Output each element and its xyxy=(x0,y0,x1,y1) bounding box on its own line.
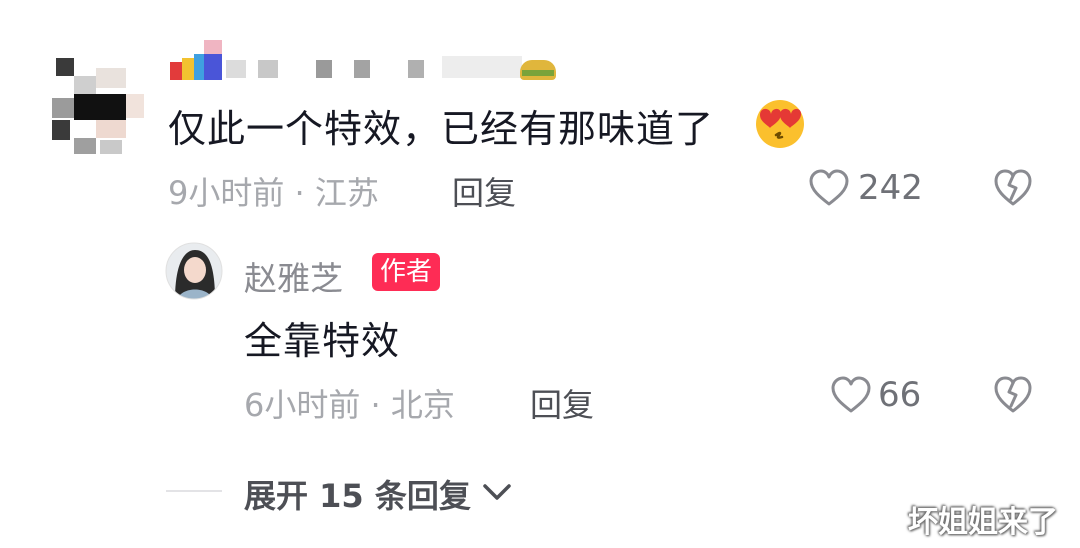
heart-eyes-kiss-icon xyxy=(756,100,804,148)
watermark: 坏姐姐来了 xyxy=(908,505,1058,540)
author-badge: 作者 xyxy=(372,253,441,291)
broken-heart-icon[interactable] xyxy=(993,169,1033,207)
commenter-avatar[interactable] xyxy=(52,58,144,154)
comment-location: 江苏 xyxy=(314,174,379,212)
author-avatar[interactable] xyxy=(165,242,223,300)
expand-replies-button[interactable]: 展开 15 条回复 xyxy=(244,471,471,517)
comment-reply-button[interactable]: 回复 xyxy=(452,168,516,214)
heart-outline-icon[interactable] xyxy=(808,169,850,207)
author-username[interactable]: 赵雅芝 xyxy=(244,252,343,300)
meta-separator: · xyxy=(370,386,381,424)
comment-text: 仅此一个特效，已经有那味道了 xyxy=(168,107,715,151)
expand-replies-label: 展开 15 条回复 xyxy=(244,477,471,515)
reply-reply-button[interactable]: 回复 xyxy=(530,380,594,426)
reply-like-count: 66 xyxy=(878,375,922,415)
heart-outline-icon[interactable] xyxy=(830,376,872,414)
expand-divider xyxy=(166,490,222,492)
chevron-down-icon[interactable] xyxy=(482,482,512,502)
meta-separator: · xyxy=(294,174,305,212)
reply-text: 全靠特效 xyxy=(244,319,401,363)
reply-time: 6小时前 xyxy=(244,386,361,424)
reply-location: 北京 xyxy=(390,386,455,424)
commenter-username[interactable] xyxy=(170,40,562,84)
broken-heart-icon[interactable] xyxy=(993,376,1033,414)
comment-meta: 9小时前 · 江苏 xyxy=(168,168,379,214)
reply-meta: 6小时前 · 北京 xyxy=(244,380,455,426)
comment-time: 9小时前 xyxy=(168,174,285,212)
comment-like-count: 242 xyxy=(858,168,923,208)
